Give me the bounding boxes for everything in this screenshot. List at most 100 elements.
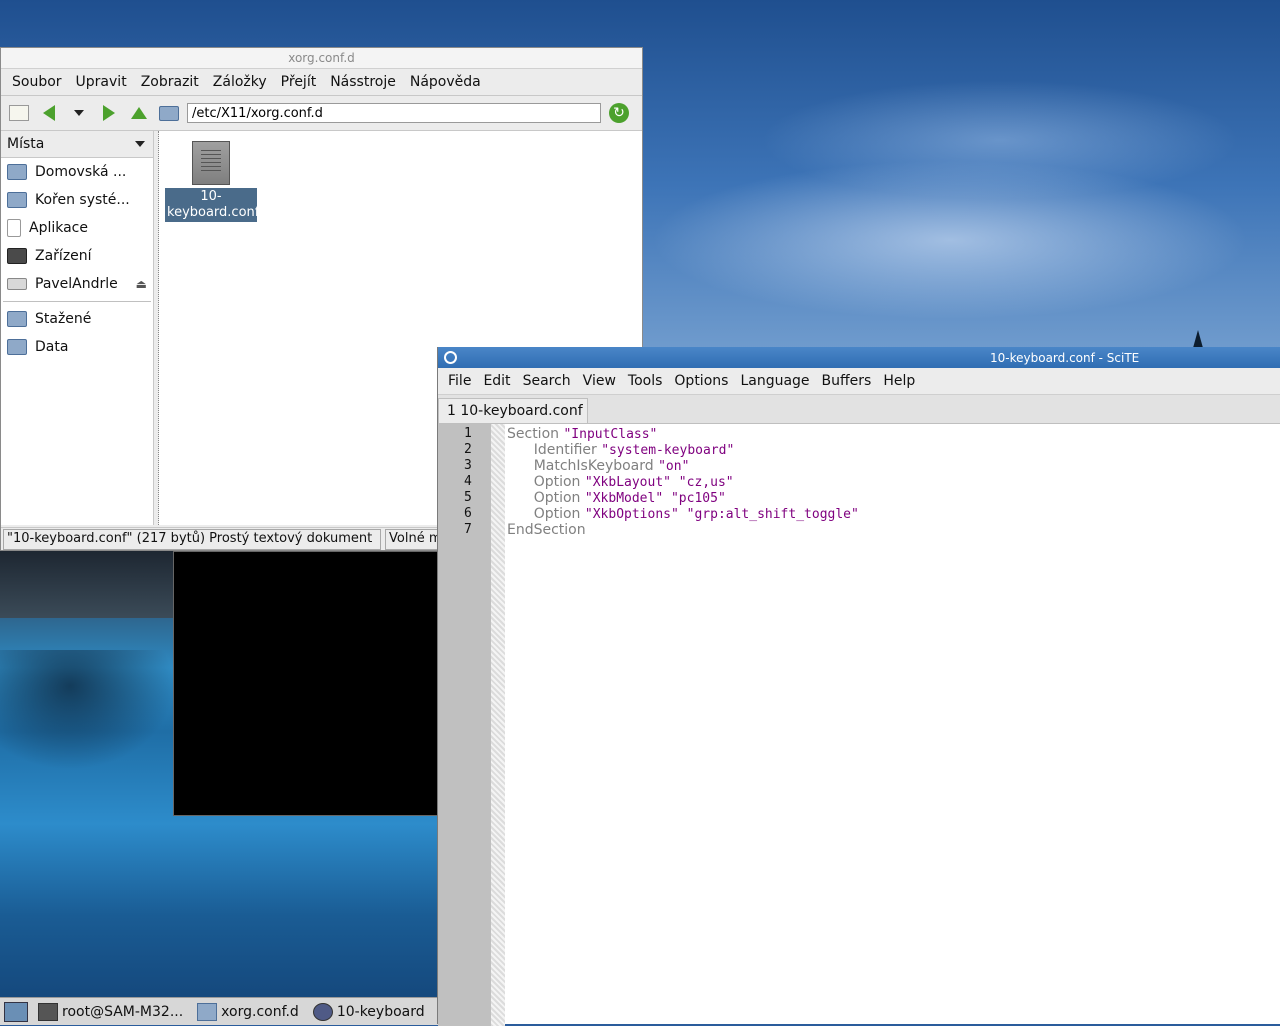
scite-menubar: File Edit Search View Tools Options Lang… [438,368,1280,395]
chevron-down-icon [135,141,145,147]
menu-language[interactable]: Language [734,373,815,389]
sidebar-item-label: Domovská ... [35,164,127,180]
string: "on" [658,459,690,474]
keyword: Option [533,490,581,506]
go-button[interactable]: ↻ [607,101,631,125]
task-label: root@SAM-M32... [62,1003,184,1020]
folder-icon [159,105,179,121]
scite-logo-icon[interactable] [444,351,457,364]
home-button[interactable] [157,101,181,125]
task-scite[interactable]: 10-keyboard [309,1002,429,1021]
menu-buffers[interactable]: Buffers [816,373,878,389]
taskbar: root@SAM-M32... xorg.conf.d 10-keyboard [0,997,440,1025]
sidebar-item-drive[interactable]: PavelAndrle ⏏ [1,270,153,298]
sidebar-item-applications[interactable]: Aplikace [1,214,153,242]
computer-icon [7,248,27,264]
folder-icon [7,339,27,355]
home-folder-icon [7,164,27,180]
menubar: Soubor Upravit Zobrazit Záložky Přejít N… [1,69,642,96]
new-window-icon [9,105,29,121]
code-line: EndSection [507,522,1280,538]
task-file-manager[interactable]: xorg.conf.d [193,1002,303,1021]
scite-window: 10-keyboard.conf - SciTE File Edit Searc… [437,347,1280,1026]
folder-icon [7,192,27,208]
sidebar-item-data[interactable]: Data [1,333,153,361]
drive-icon [7,278,27,290]
fold-margin[interactable] [491,424,505,1026]
applications-icon [7,219,21,237]
back-button[interactable] [37,101,61,125]
location-input[interactable] [187,103,601,123]
folder-icon [7,311,27,327]
code-line: Section "InputClass" [507,426,1280,442]
menu-help[interactable]: Help [877,373,921,389]
forward-button[interactable] [97,101,121,125]
sidebar-item-label: Kořen systé... [35,192,130,208]
sidebar-separator [3,301,151,302]
menu-prejit[interactable]: Přejít [274,74,324,90]
line-number-margin: 1 2 3 4 5 6 7 [438,424,491,1026]
sidebar-item-label: PavelAndrle [35,276,118,292]
code-line: Option "XkbModel" "pc105" [507,490,1280,506]
scite-titlebar[interactable]: 10-keyboard.conf - SciTE [438,347,1280,368]
history-dropdown[interactable] [67,101,91,125]
sidebar-item-label: Aplikace [29,220,88,236]
file-item[interactable]: 10- keyboard.conf [165,141,260,222]
menu-tools[interactable]: Tools [622,373,669,389]
editor[interactable]: 1 2 3 4 5 6 7 Section "InputClass" Ident… [438,424,1280,1026]
scite-icon [312,1002,333,1021]
back-arrow-icon [43,105,55,121]
text-file-icon [192,141,230,185]
wallpaper-cloud [760,80,1240,200]
sidebar-item-label: Zařízení [35,248,92,264]
status-text: "10-keyboard.conf" (217 bytů) Prostý tex… [3,529,381,550]
folder-icon [197,1002,218,1021]
buffer-tabs: 1 10-keyboard.conf [438,395,1280,424]
sidebar-item-label: Stažené [35,311,92,327]
menu-edit[interactable]: Edit [477,373,516,389]
sidebar-item-downloads[interactable]: Stažené [1,305,153,333]
sidebar-item-devices[interactable]: Zařízení [1,242,153,270]
string: "system-keyboard" [601,443,735,458]
sidebar-item-root[interactable]: Kořen systé... [1,186,153,214]
up-arrow-icon [131,107,147,119]
menu-zalozky[interactable]: Záložky [206,74,274,90]
sidebar: Místa Domovská ... Kořen systé... Aplika… [1,131,154,525]
file-name: 10- keyboard.conf [165,188,260,222]
tab-10-keyboard-conf[interactable]: 1 10-keyboard.conf [438,398,588,423]
code-area[interactable]: Section "InputClass" Identifier "system-… [505,424,1280,1026]
show-desktop-button[interactable] [4,1001,28,1022]
menu-upravit[interactable]: Upravit [69,74,134,90]
menu-search[interactable]: Search [517,373,577,389]
menu-soubor[interactable]: Soubor [5,74,69,90]
sidebar-item-home[interactable]: Domovská ... [1,158,153,186]
new-window-button[interactable] [7,101,31,125]
line-number: 5 [464,490,472,505]
menu-nastroje[interactable]: Násstroje [323,74,403,90]
wallpaper-tree [1193,330,1203,348]
menu-napoveda[interactable]: Nápověda [403,74,488,90]
chevron-down-icon [74,110,84,116]
line-number: 3 [464,458,472,473]
up-button[interactable] [127,101,151,125]
window-title: 10-keyboard.conf - SciTE [990,350,1140,365]
menu-view[interactable]: View [577,373,622,389]
eject-icon[interactable]: ⏏ [136,277,147,291]
string: "XkbOptions" "grp:alt_shift_toggle" [584,507,859,522]
keyword: Option [533,506,581,522]
sidebar-header[interactable]: Místa [1,131,153,158]
menu-options[interactable]: Options [668,373,734,389]
code-line: Option "XkbOptions" "grp:alt_shift_toggl… [507,506,1280,522]
line-number: 6 [464,506,472,521]
task-terminal[interactable]: root@SAM-M32... [34,1002,187,1021]
line-number: 2 [464,442,472,457]
terminal-window[interactable] [173,551,439,816]
menu-zobrazit[interactable]: Zobrazit [134,74,206,90]
string: "InputClass" [563,427,658,442]
menu-file[interactable]: File [442,373,477,389]
